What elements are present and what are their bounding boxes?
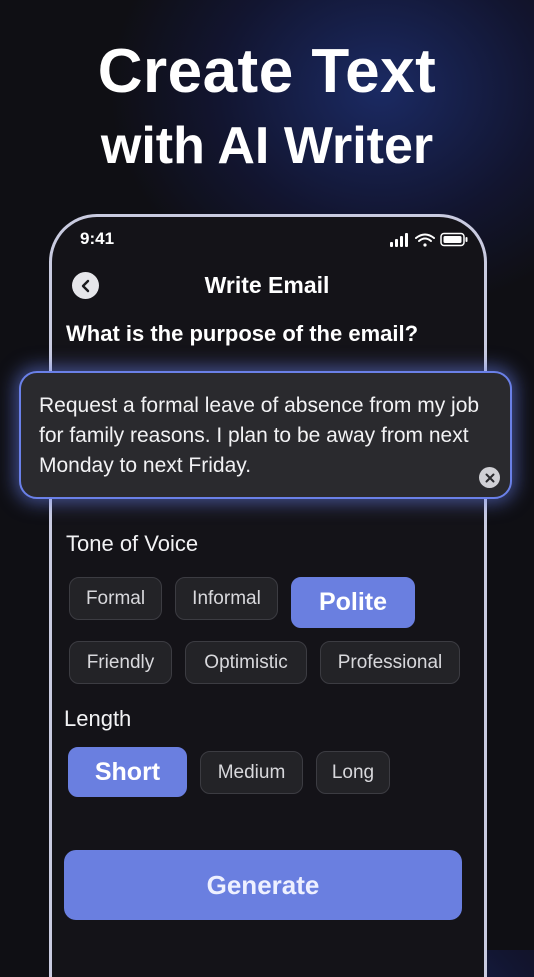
battery-icon [440,232,468,247]
purpose-input-text[interactable]: Request a formal leave of absence from m… [39,391,489,481]
status-icons [390,232,468,247]
close-icon [485,473,494,482]
tone-chip-formal[interactable]: Formal [69,577,162,620]
tone-chip-friendly[interactable]: Friendly [69,641,172,684]
tone-label: Tone of Voice [66,531,199,556]
length-chip-long[interactable]: Long [316,751,390,794]
length-chip-medium[interactable]: Medium [200,751,303,794]
signal-icon [390,233,408,247]
hero-title-line2: with AI Writer [100,117,434,175]
purpose-question: What is the purpose of the email? [66,321,419,346]
tone-chip-professional[interactable]: Professional [320,641,460,684]
tone-chip-optimistic[interactable]: Optimistic [185,641,307,684]
length-chip-short[interactable]: Short [68,747,187,797]
clear-button[interactable] [479,467,500,488]
length-label: Length [64,706,132,731]
tone-chip-informal[interactable]: Informal [175,577,278,620]
wifi-icon [415,233,435,247]
hero-title-line1: Create Text [97,37,437,106]
status-time: 9:41 [80,229,115,248]
page-title: Write Email [204,272,330,298]
tone-chip-polite[interactable]: Polite [291,577,415,628]
purpose-input[interactable]: Request a formal leave of absence from m… [19,371,512,499]
generate-button[interactable]: Generate [64,850,462,920]
